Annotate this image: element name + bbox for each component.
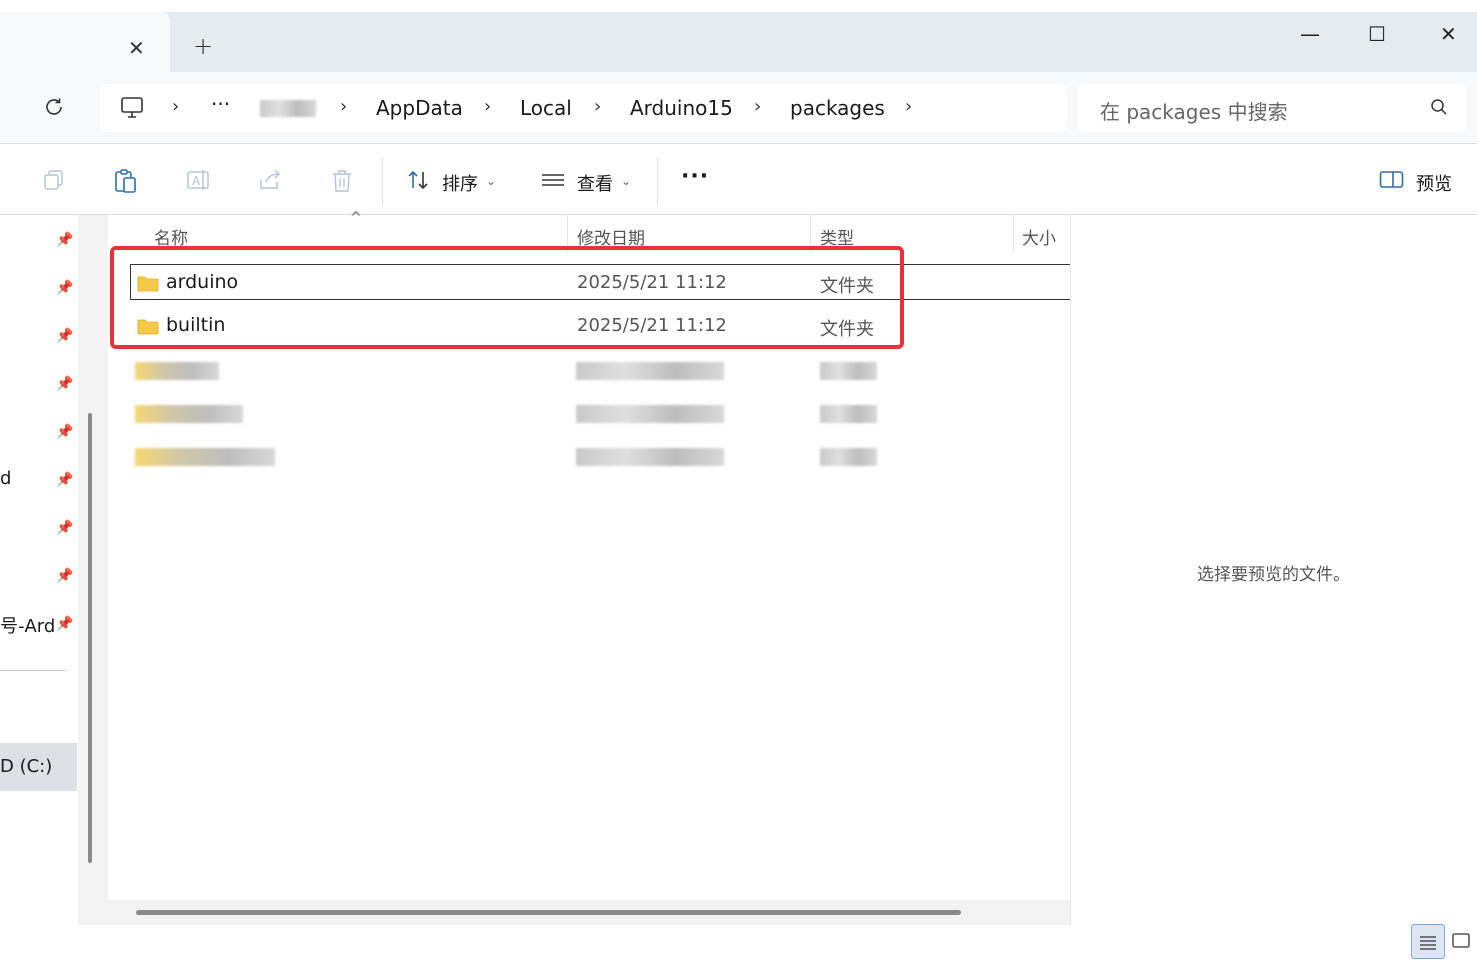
redacted-row	[820, 448, 877, 466]
computer-icon[interactable]	[119, 96, 145, 124]
details-view-button[interactable]	[1411, 924, 1445, 959]
sidebar-scrollbar[interactable]	[88, 413, 92, 863]
tiles-view-button[interactable]	[1446, 924, 1477, 959]
sort-ascending-icon: ^	[350, 210, 362, 226]
view-button[interactable]: 查看	[577, 170, 613, 196]
sort-icon[interactable]	[406, 168, 430, 192]
chevron-down-icon[interactable]: ⌄	[621, 174, 631, 188]
redacted-row	[576, 362, 724, 380]
horizontal-scrollbar[interactable]	[136, 910, 961, 915]
redacted-row	[820, 405, 877, 423]
sidebar-item-partial[interactable]: d	[0, 468, 11, 489]
column-divider[interactable]	[1013, 215, 1014, 253]
breadcrumb-appdata[interactable]: AppData	[376, 96, 463, 120]
chevron-down-icon[interactable]: ⌄	[486, 174, 496, 188]
address-bar[interactable]	[100, 84, 1067, 132]
search-input[interactable]: 在 packages 中搜索	[1100, 96, 1288, 125]
rename-icon[interactable]: A	[186, 168, 210, 192]
maximize-button[interactable]: ☐	[1368, 22, 1386, 46]
pin-icon: 📌	[56, 424, 74, 440]
pin-icon: 📌	[56, 568, 74, 584]
redacted-row	[820, 362, 877, 380]
sidebar-item-partial[interactable]: 号-Ard	[0, 612, 55, 638]
pin-icon: 📌	[56, 280, 74, 296]
paste-icon[interactable]	[113, 168, 137, 193]
breadcrumb-packages[interactable]: packages	[790, 96, 885, 120]
sidebar-divider	[0, 670, 66, 671]
tiles-view-icon	[1452, 933, 1470, 948]
pin-icon: 📌	[56, 472, 74, 488]
details-view-icon	[1420, 936, 1436, 950]
breadcrumb-local[interactable]: Local	[520, 96, 572, 120]
breadcrumb-arduino15[interactable]: Arduino15	[630, 96, 733, 120]
new-tab-button[interactable]: +	[193, 32, 213, 60]
toolbar-divider	[382, 158, 383, 204]
sidebar-scroll-track	[78, 215, 108, 925]
share-icon[interactable]	[258, 168, 282, 192]
redacted-row	[576, 405, 724, 423]
view-list-icon[interactable]	[540, 168, 564, 192]
pin-icon: 📌	[56, 616, 74, 632]
chevron-right-icon[interactable]: ›	[340, 96, 347, 117]
search-icon[interactable]	[1430, 98, 1448, 120]
minimize-button[interactable]: —	[1300, 22, 1320, 46]
column-header-size[interactable]: 大小	[1022, 224, 1056, 249]
refresh-icon[interactable]	[42, 95, 66, 125]
sidebar-item-drive[interactable]: D (C:)	[0, 756, 52, 777]
preview-message: 选择要预览的文件。	[1197, 565, 1350, 585]
redacted-row	[135, 362, 219, 380]
delete-icon[interactable]	[330, 168, 354, 192]
redacted-row	[135, 405, 243, 423]
pin-icon: 📌	[56, 232, 74, 248]
breadcrumb-ellipsis[interactable]: ···	[211, 92, 230, 116]
more-options-button[interactable]: ···	[681, 164, 709, 189]
preview-pane-divider[interactable]	[1070, 215, 1071, 925]
pin-icon: 📌	[56, 328, 74, 344]
chevron-right-icon[interactable]: ›	[484, 96, 491, 117]
copy-icon[interactable]	[42, 168, 66, 192]
command-bar	[0, 145, 1477, 215]
sort-button[interactable]: 排序	[442, 170, 478, 196]
pin-icon: 📌	[56, 520, 74, 536]
svg-text:A: A	[192, 174, 201, 188]
close-window-button[interactable]: ✕	[1440, 22, 1457, 46]
chevron-right-icon[interactable]: ›	[594, 96, 601, 117]
navigation-pane	[0, 215, 78, 959]
redacted-row	[135, 448, 275, 466]
chevron-right-icon[interactable]: ›	[754, 96, 761, 117]
preview-button[interactable]: 预览	[1416, 170, 1452, 196]
preview-pane-icon[interactable]	[1379, 170, 1404, 194]
toolbar-divider	[657, 158, 658, 204]
highlight-annotation	[110, 246, 904, 349]
redacted-row	[576, 448, 724, 466]
title-bar	[0, 0, 1477, 72]
chevron-right-icon[interactable]: ›	[172, 96, 179, 117]
tab-close-icon[interactable]: ✕	[128, 36, 145, 60]
pin-icon: 📌	[56, 376, 74, 392]
chevron-right-icon[interactable]: ›	[905, 96, 912, 117]
redacted-username	[260, 100, 316, 117]
